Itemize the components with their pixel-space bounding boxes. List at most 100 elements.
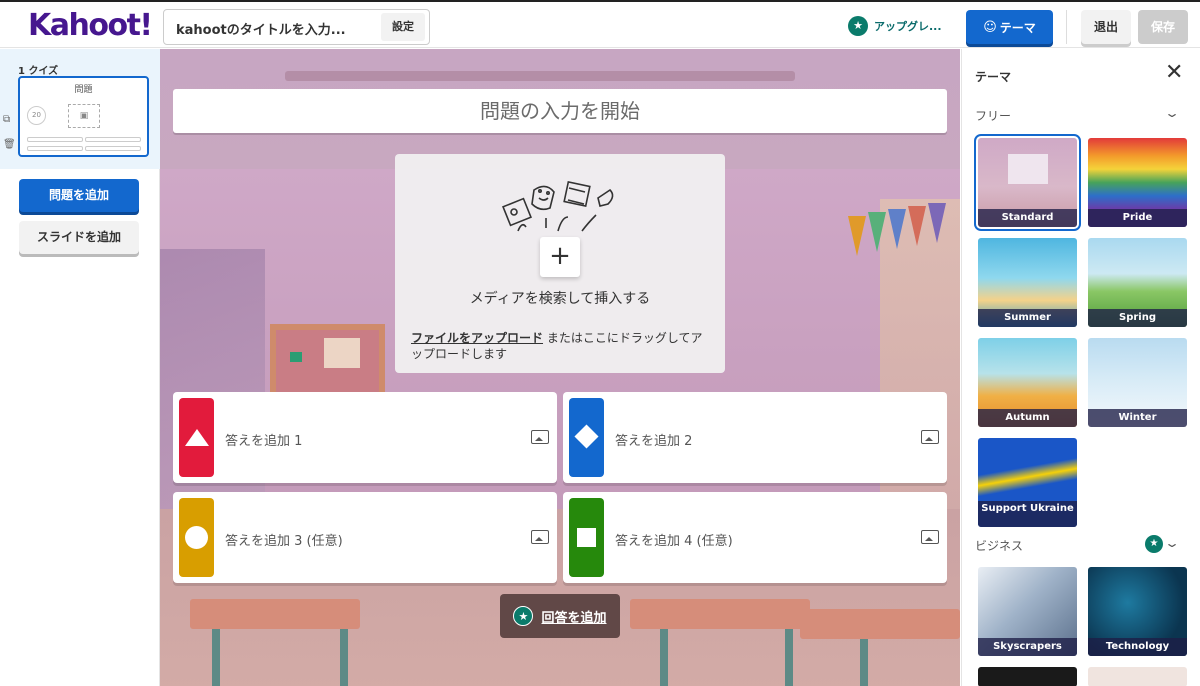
save-button[interactable]: 保存 (1138, 10, 1188, 44)
star-icon: ★ (1145, 535, 1163, 553)
media-illustration-icon (502, 180, 614, 232)
free-section-label: フリー (975, 109, 1012, 123)
theme-standard[interactable]: Standard (974, 134, 1081, 231)
answer-color-block (569, 398, 604, 477)
background-desk-leg (660, 629, 668, 686)
theme-panel: テーマ ✕ フリー ⌄ Standard Pride Summer Spring… (961, 49, 1200, 686)
theme-label: Spring (1088, 309, 1187, 327)
theme-panel-title: テーマ (975, 70, 1012, 84)
answer-input[interactable]: 答えを追加 1 (225, 430, 302, 449)
slide-list-item[interactable]: 1 クイズ ⧉ 🗑 問題 20 ▣ (0, 49, 160, 169)
answer-input[interactable]: 答えを追加 2 (615, 430, 692, 449)
upgrade-button[interactable]: ★ アップグレ... (848, 14, 942, 38)
slide-thumbnail[interactable]: 問題 20 ▣ (18, 76, 149, 157)
kahoot-logo[interactable]: Kahoot! (28, 8, 153, 43)
upload-file-link[interactable]: ファイルをアップロード (411, 331, 543, 345)
settings-button[interactable]: 設定 (381, 13, 425, 41)
thumbnail-answer (27, 137, 83, 142)
triangle-icon (185, 429, 209, 446)
answer-option-3[interactable]: 答えを追加 3 (任意) (173, 492, 557, 583)
answer-color-block (179, 498, 214, 577)
top-bar: Kahoot! kahootのタイトルを入力... 設定 ★ アップグレ... … (0, 0, 1200, 48)
palette-icon: ☺ (983, 19, 997, 35)
trash-icon[interactable]: 🗑 (3, 139, 16, 150)
title-input-text[interactable]: kahootのタイトルを入力... (176, 19, 346, 38)
theme-label: Skyscrapers (978, 638, 1077, 656)
theme-pride[interactable]: Pride (1088, 138, 1187, 227)
background-bunting (928, 203, 946, 243)
background-desk-leg (212, 629, 220, 686)
slide-sidebar: 1 クイズ ⧉ 🗑 問題 20 ▣ 問題を追加 スライドを追加 (0, 49, 160, 686)
thumbnail-answer (27, 146, 83, 151)
theme-label: Standard (978, 209, 1077, 227)
theme-support-ukraine[interactable]: Support Ukraine (978, 438, 1077, 527)
answer-input[interactable]: 答えを追加 3 (任意) (225, 530, 343, 549)
thumbnail-image-icon: ▣ (68, 104, 100, 128)
background-bunting (848, 216, 866, 256)
theme-technology[interactable]: Technology (1088, 567, 1187, 656)
add-media-button[interactable]: + (540, 237, 580, 277)
star-icon: ★ (513, 606, 534, 626)
answer-option-4[interactable]: 答えを追加 4 (任意) (563, 492, 947, 583)
editor-canvas: 問題の入力を開始 + メディアを検索して挿入する ファイルをアップロード または… (160, 49, 960, 686)
close-icon[interactable]: ✕ (1165, 62, 1183, 84)
add-answer-button[interactable]: ★ 回答を追加 (500, 594, 620, 638)
theme-more[interactable] (978, 667, 1077, 686)
background-bunting (908, 206, 926, 246)
theme-winter[interactable]: Winter (1088, 338, 1187, 427)
answer-option-2[interactable]: 答えを追加 2 (563, 392, 947, 483)
background-desk (800, 609, 960, 639)
media-dropzone[interactable]: + メディアを検索して挿入する ファイルをアップロード またはここにドラッグして… (395, 154, 725, 373)
business-section-label: ビジネス (975, 539, 1024, 553)
chevron-down-icon[interactable]: ⌄ (1164, 536, 1180, 550)
chevron-down-icon[interactable]: ⌄ (1164, 106, 1180, 120)
theme-spring[interactable]: Spring (1088, 238, 1187, 327)
thumbnail-question: 問題 (74, 85, 93, 95)
background-light-fixture (285, 71, 795, 81)
star-icon: ★ (848, 16, 868, 36)
theme-button[interactable]: ☺ テーマ (966, 10, 1053, 44)
upload-instructions: ファイルをアップロード またはここにドラッグしてアップロードします (411, 330, 711, 362)
thumbnail-timer: 20 (27, 106, 46, 125)
question-input[interactable]: 問題の入力を開始 (173, 89, 947, 133)
background-bunting (888, 209, 906, 249)
add-question-button[interactable]: 問題を追加 (19, 179, 139, 212)
theme-more[interactable] (1088, 667, 1187, 686)
title-input[interactable]: kahootのタイトルを入力... 設定 (163, 9, 430, 45)
answer-color-block (569, 498, 604, 577)
theme-summer[interactable]: Summer (978, 238, 1077, 327)
answer-color-block (179, 398, 214, 477)
image-icon[interactable] (921, 430, 939, 444)
theme-autumn[interactable]: Autumn (978, 338, 1077, 427)
background-desk-leg (340, 629, 348, 686)
thumbnail-answer (85, 137, 141, 142)
image-icon[interactable] (921, 530, 939, 544)
background-bunting (868, 212, 886, 252)
background-desk-leg (860, 639, 868, 686)
answer-input[interactable]: 答えを追加 4 (任意) (615, 530, 733, 549)
media-search-label: メディアを検索して挿入する (469, 291, 651, 307)
square-icon (577, 528, 596, 547)
add-slide-button[interactable]: スライドを追加 (19, 221, 139, 254)
theme-label: Support Ukraine (978, 501, 1077, 527)
divider (1066, 10, 1067, 44)
image-icon[interactable] (531, 530, 549, 544)
background-desk (630, 599, 810, 629)
exit-button[interactable]: 退出 (1081, 10, 1131, 44)
image-icon[interactable] (531, 430, 549, 444)
answer-option-1[interactable]: 答えを追加 1 (173, 392, 557, 483)
thumbnail-answer (85, 146, 141, 151)
slide-label: 1 クイズ (18, 66, 59, 77)
theme-label: Autumn (978, 409, 1077, 427)
theme-skyscrapers[interactable]: Skyscrapers (978, 567, 1077, 656)
theme-label: Summer (978, 309, 1077, 327)
theme-button-label: テーマ (999, 20, 1036, 35)
background-desk-leg (785, 629, 793, 686)
upgrade-label: アップグレ... (874, 20, 942, 33)
diamond-icon (574, 424, 599, 449)
duplicate-icon[interactable]: ⧉ (3, 114, 10, 125)
background-desk (190, 599, 360, 629)
circle-icon (185, 526, 208, 549)
theme-label: Technology (1088, 638, 1187, 656)
theme-label: Pride (1088, 209, 1187, 227)
